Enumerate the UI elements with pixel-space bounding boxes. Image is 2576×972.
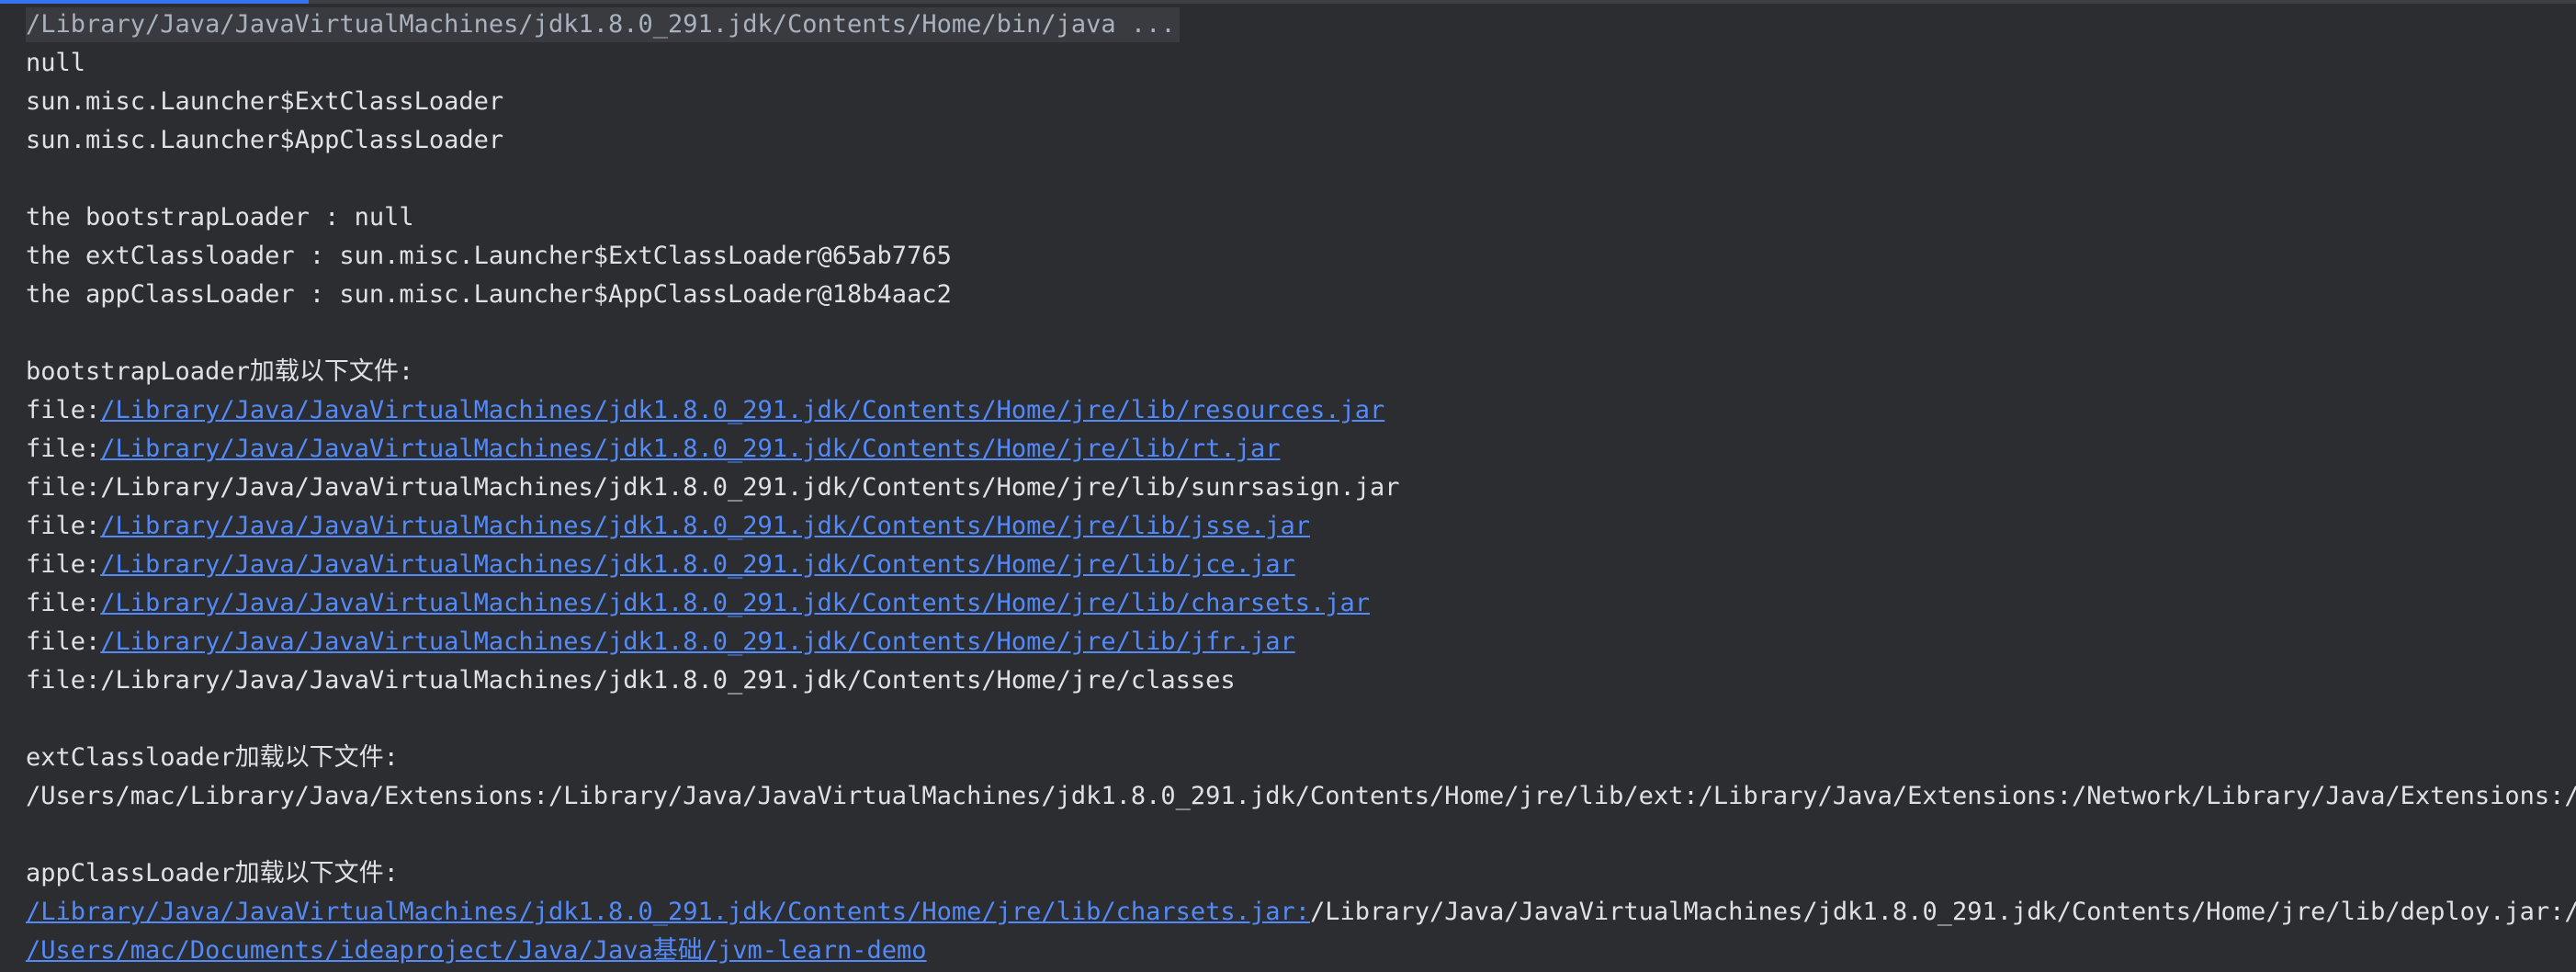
project-path-link[interactable]: /Users/mac/Documents/ideaproject/Java/Ja… xyxy=(26,936,927,965)
file-prefix: file: xyxy=(26,512,101,540)
console-line-ext-classloader: the extClassloader : sun.misc.Launcher$E… xyxy=(26,242,952,270)
bootstrap-files-heading: bootstrapLoader加载以下文件: xyxy=(26,357,414,386)
bootstrap-file-line: file:/Library/Java/JavaVirtualMachines/j… xyxy=(26,661,2576,700)
console-line-app-loader: sun.misc.Launcher$AppClassLoader xyxy=(26,126,504,154)
app-files-heading: appClassLoader加载以下文件: xyxy=(26,859,399,887)
classpath-rest-text: /Library/Java/JavaVirtualMachines/jdk1.8… xyxy=(1309,898,2576,926)
bootstrap-file-line: file:/Library/Java/JavaVirtualMachines/j… xyxy=(26,469,2576,507)
run-command-text[interactable]: /Library/Java/JavaVirtualMachines/jdk1.8… xyxy=(26,7,1180,42)
console-line-ext-loader: sun.misc.Launcher$ExtClassLoader xyxy=(26,87,504,116)
file-prefix: file: xyxy=(26,589,101,617)
bootstrap-file-line: file:/Library/Java/JavaVirtualMachines/j… xyxy=(26,391,2576,430)
file-prefix: file: xyxy=(26,550,101,579)
bootstrap-file-line: file:/Library/Java/JavaVirtualMachines/j… xyxy=(26,546,2576,584)
console-line-app-classloader: the appClassLoader : sun.misc.Launcher$A… xyxy=(26,280,952,309)
classpath-link[interactable]: /Library/Java/JavaVirtualMachines/jdk1.8… xyxy=(26,898,1310,926)
file-path-link[interactable]: /Library/Java/JavaVirtualMachines/jdk1.8… xyxy=(100,396,1384,424)
file-prefix: file: xyxy=(26,473,101,502)
file-prefix: file: xyxy=(26,396,101,424)
console-lines: /Library/Java/JavaVirtualMachines/jdk1.8… xyxy=(26,6,2576,970)
console-line-bootstrap-loader: the bootstrapLoader : null xyxy=(26,203,414,232)
project-path-line: /Users/mac/Documents/ideaproject/Java/Ja… xyxy=(26,932,2576,970)
console-line-null: null xyxy=(26,49,86,77)
run-progress-fill xyxy=(0,0,310,4)
file-path-link[interactable]: /Library/Java/JavaVirtualMachines/jdk1.8… xyxy=(100,550,1294,579)
console-line-command: /Library/Java/JavaVirtualMachines/jdk1.8… xyxy=(26,6,2576,44)
file-prefix: file: xyxy=(26,627,101,656)
bootstrap-file-line: file:/Library/Java/JavaVirtualMachines/j… xyxy=(26,584,2576,623)
bootstrap-file-line: file:/Library/Java/JavaVirtualMachines/j… xyxy=(26,507,2576,546)
file-path-text: /Library/Java/JavaVirtualMachines/jdk1.8… xyxy=(100,473,1400,502)
file-path-link[interactable]: /Library/Java/JavaVirtualMachines/jdk1.8… xyxy=(100,627,1294,656)
file-path-link[interactable]: /Library/Java/JavaVirtualMachines/jdk1.8… xyxy=(100,589,1370,617)
file-path-link[interactable]: /Library/Java/JavaVirtualMachines/jdk1.8… xyxy=(100,512,1310,540)
bootstrap-file-line: file:/Library/Java/JavaVirtualMachines/j… xyxy=(26,430,2576,469)
file-prefix: file: xyxy=(26,435,101,463)
file-path-link[interactable]: /Library/Java/JavaVirtualMachines/jdk1.8… xyxy=(100,435,1280,463)
file-prefix: file: xyxy=(26,666,101,695)
ext-files-heading: extClassloader加载以下文件: xyxy=(26,743,399,772)
app-classpath-line: /Library/Java/JavaVirtualMachines/jdk1.8… xyxy=(26,893,2576,932)
bootstrap-file-line: file:/Library/Java/JavaVirtualMachines/j… xyxy=(26,623,2576,661)
run-progress-bar xyxy=(0,0,2576,4)
ext-paths-line: /Users/mac/Library/Java/Extensions:/Libr… xyxy=(26,782,2576,810)
file-path-text: /Library/Java/JavaVirtualMachines/jdk1.8… xyxy=(100,666,1236,695)
console-output-panel[interactable]: /Library/Java/JavaVirtualMachines/jdk1.8… xyxy=(0,0,2576,972)
